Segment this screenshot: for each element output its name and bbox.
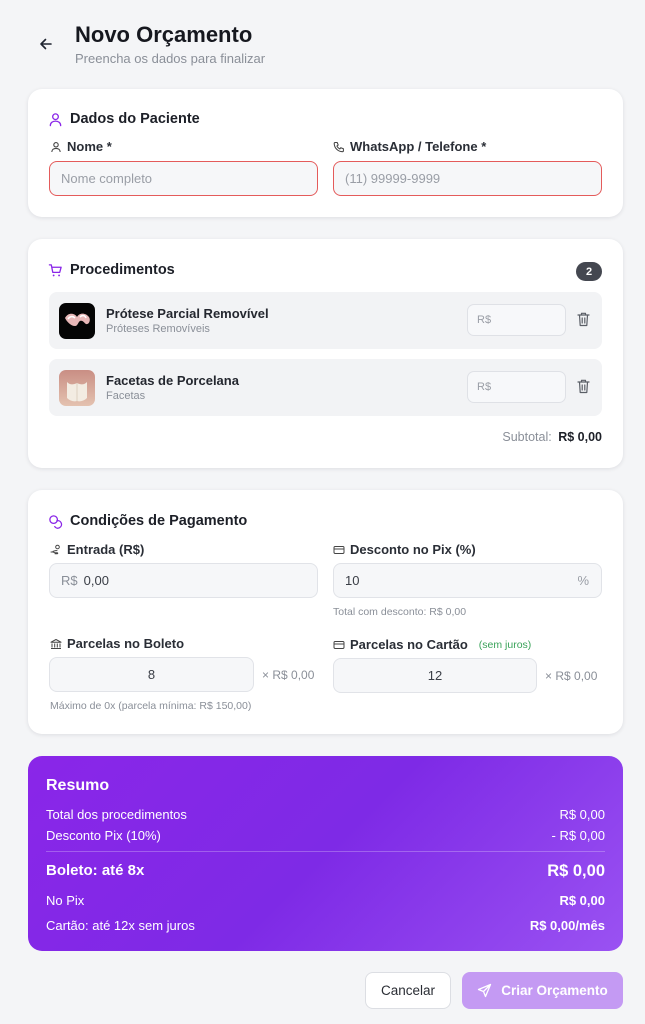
entrada-value: 0,00 [83,573,109,588]
pix-input[interactable]: 10 % [333,563,602,598]
payment-title-text: Condições de Pagamento [70,513,248,529]
coins-icon [49,514,63,529]
payment-card: Condições de Pagamento Entrada (R$) R$ 0… [28,490,623,734]
cartao-value: 12 [427,668,443,683]
boleto-installments-input[interactable]: 8 [49,657,254,692]
card-icon [333,545,345,554]
summary-boleto-value: R$ 0,00 [547,862,605,880]
summary-cartao-label: Cartão: até 12x sem juros [46,918,195,933]
summary-divider [46,851,605,852]
boleto-label: Parcelas no Boleto [50,636,184,651]
page-header: Novo Orçamento Preencha os dados para fi… [0,0,645,80]
user-icon [49,112,62,126]
procedures-title-text: Procedimentos [70,262,175,278]
summary-total-row: Total dos procedimentos R$ 0,00 [46,807,605,822]
procedure-price-input[interactable]: R$ [467,371,566,403]
cartao-installments-input[interactable]: 12 [333,658,537,693]
procedure-row: Facetas de Porcelana Facetas R$ [49,359,602,416]
entrada-prefix: R$ [61,573,78,588]
arrow-left-icon[interactable] [36,34,56,54]
subtotal-value: R$ 0,00 [558,430,602,444]
boleto-label-text: Parcelas no Boleto [67,636,185,651]
procedure-row: Prótese Parcial Removível Próteses Remov… [49,292,602,349]
procedure-price-placeholder: R$ [477,381,492,393]
name-input[interactable]: Nome completo [49,161,318,196]
pix-value: 10 [345,573,360,588]
summary-total-value: R$ 0,00 [559,807,605,822]
boleto-hint: Máximo de 0x (parcela mínima: R$ 150,00) [50,700,252,712]
create-budget-label: Criar Orçamento [501,983,608,998]
summary-title: Resumo [46,777,110,794]
summary-cartao-value: R$ 0,00/mês [529,918,605,933]
phone-icon [333,141,344,152]
hand-coins-icon [50,544,60,554]
pix-suffix: % [577,573,589,588]
procedure-name: Facetas de Porcelana [106,373,239,388]
patient-title-text: Dados do Paciente [70,111,200,127]
phone-label: WhatsApp / Telefone * [333,139,486,154]
summary-boleto-row: Boleto: até 8x R$ 0,00 [46,862,605,881]
summary-cartao-row: Cartão: até 12x sem juros R$ 0,00/mês [46,918,605,933]
summary-pix-row: No Pix R$ 0,00 [46,893,605,908]
subtotal: Subtotal: R$ 0,00 [502,430,602,444]
trash-icon[interactable] [576,311,591,328]
procedures-card: Procedimentos 2 Prótese Parcial Removíve… [28,239,623,468]
phone-label-text: WhatsApp / Telefone * [350,139,487,154]
summary-discount-label: Desconto Pix (10%) [46,828,161,843]
procedure-thumbnail [59,303,95,339]
procedure-name: Prótese Parcial Removível [106,306,269,321]
cartao-label: Parcelas no Cartão (sem juros) [333,637,531,652]
user-small-icon [51,141,61,152]
boleto-installment-amount: × R$ 0,00 [262,668,315,682]
procedure-price-placeholder: R$ [477,314,492,326]
cartao-installment-amount: × R$ 0,00 [545,669,598,683]
page-title: Novo Orçamento [75,22,253,47]
send-icon [478,983,492,998]
procedure-price-input[interactable]: R$ [467,304,566,336]
summary-boleto-label: Boleto: até 8x [46,862,145,879]
name-label-text: Nome * [67,139,112,154]
summary-pix-value: R$ 0,00 [559,893,605,908]
entrada-label: Entrada (R$) [50,542,144,557]
entrada-label-text: Entrada (R$) [67,542,145,557]
summary-total-label: Total dos procedimentos [46,807,187,822]
cancel-button[interactable]: Cancelar [365,972,451,1009]
procedure-category: Próteses Removíveis [106,323,210,335]
summary-pix-label: No Pix [46,893,85,908]
name-placeholder: Nome completo [61,171,153,186]
procedure-thumbnail [59,370,95,406]
name-label: Nome * [50,139,112,154]
bank-icon [50,638,62,649]
page-subtitle: Preencha os dados para finalizar [75,51,266,66]
cart-icon [48,263,62,276]
boleto-value: 8 [147,667,156,682]
subtotal-label: Subtotal: [502,430,552,444]
pix-hint: Total com desconto: R$ 0,00 [333,606,467,618]
cartao-label-text: Parcelas no Cartão [350,637,468,652]
cartao-interest-tag: (sem juros) [478,638,532,651]
patient-card: Dados do Paciente Nome * Nome completo W… [28,89,623,217]
procedures-card-title: Procedimentos [48,262,175,278]
card-icon [333,640,345,649]
create-budget-button[interactable]: Criar Orçamento [462,972,623,1009]
entrada-input[interactable]: R$ 0,00 [49,563,318,598]
summary-discount-row: Desconto Pix (10%) - R$ 0,00 [46,828,605,843]
pix-label: Desconto no Pix (%) [333,542,476,557]
procedure-category: Facetas [106,390,146,402]
phone-input[interactable]: (11) 99999-9999 [333,161,602,196]
patient-card-title: Dados do Paciente [48,111,200,127]
summary-card: Resumo Total dos procedimentos R$ 0,00 D… [28,756,623,951]
phone-placeholder: (11) 99999-9999 [345,171,441,186]
pix-label-text: Desconto no Pix (%) [350,542,476,557]
payment-card-title: Condições de Pagamento [48,513,247,529]
summary-discount-value: - R$ 0,00 [551,828,605,843]
procedures-count-badge: 2 [576,262,602,281]
trash-icon[interactable] [576,378,591,395]
